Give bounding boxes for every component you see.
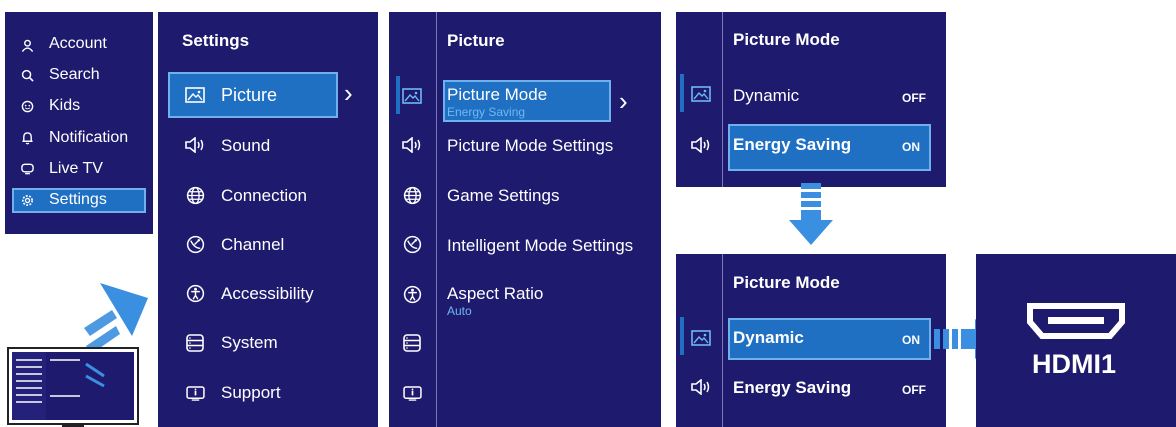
chevron-right-icon[interactable]: ›: [619, 88, 628, 114]
mode-rail-selection: [680, 317, 684, 355]
account-icon: [19, 37, 35, 53]
picture-item-label: Intelligent Mode Settings: [447, 236, 634, 255]
mode-option-label: Dynamic: [733, 86, 800, 105]
picture-icon: [184, 86, 206, 104]
system-icon[interactable]: [399, 334, 425, 352]
picture-icon[interactable]: [399, 88, 425, 104]
speaker-icon[interactable]: [688, 137, 714, 153]
settings-item-label: Support: [221, 383, 281, 402]
settings-item-label: Channel: [221, 235, 285, 254]
satellite-icon: [184, 234, 206, 254]
speaker-icon: [184, 136, 206, 154]
system-icon: [184, 333, 206, 353]
settings-item-label: System: [221, 333, 278, 352]
mode-panel-divider: [722, 12, 723, 187]
accessibility-icon[interactable]: [399, 285, 425, 304]
tv-icon: [19, 161, 35, 177]
hdmi-port-icon: [1026, 302, 1126, 340]
settings-item-label: Accessibility: [221, 284, 314, 303]
main-menu-item-label: Search: [49, 66, 100, 83]
chevron-right-icon[interactable]: ›: [344, 80, 353, 106]
main-menu-item-label: Kids: [49, 97, 81, 114]
main-menu-item-label: Live TV: [49, 160, 103, 177]
picture-item-value: Auto: [447, 304, 472, 318]
picture-item-label: Picture Mode Settings: [447, 136, 614, 155]
mode-option-label: Energy Saving: [733, 378, 852, 397]
status-badge: ON: [902, 140, 920, 154]
globe-icon: [184, 185, 206, 205]
gear-icon: [19, 192, 35, 208]
hdmi-panel: [976, 254, 1176, 427]
mode-option-label: Dynamic: [733, 328, 804, 347]
settings-title: Settings: [182, 31, 250, 50]
status-badge: ON: [902, 333, 920, 347]
hdmi-label: HDMI1: [1032, 349, 1117, 379]
picture-item-label: Picture Mode: [447, 85, 548, 104]
kids-icon: [19, 98, 35, 114]
picture-mode-title: Picture Mode: [733, 30, 840, 49]
globe-icon[interactable]: [399, 186, 425, 205]
settings-item-label: Sound: [221, 136, 271, 155]
mode-option-label: Energy Saving: [733, 135, 852, 154]
bell-icon: [19, 130, 35, 146]
down-arrow: [786, 183, 836, 247]
main-menu-item-label: Notification: [49, 129, 129, 146]
speaker-icon[interactable]: [399, 137, 425, 153]
satellite-icon[interactable]: [399, 235, 425, 254]
picture-item-value: Energy Saving: [447, 105, 526, 119]
mode-panel-divider: [722, 254, 723, 427]
search-icon: [19, 67, 35, 83]
speaker-icon[interactable]: [688, 379, 714, 395]
info-icon: [184, 384, 206, 402]
picture-icon[interactable]: [688, 86, 714, 102]
picture-mode-title: Picture Mode: [733, 273, 840, 292]
picture-panel-divider: [436, 12, 437, 427]
main-menu-item-label: Settings: [49, 191, 107, 208]
picture-panel: [389, 12, 661, 427]
picture-icon[interactable]: [688, 330, 714, 346]
status-badge: OFF: [902, 383, 926, 397]
tv-illustration: [0, 278, 150, 427]
settings-item-label: Picture: [221, 85, 278, 105]
picture-item-label: Aspect Ratio: [447, 284, 544, 303]
status-badge: OFF: [902, 91, 926, 105]
picture-item-label: Game Settings: [447, 186, 560, 205]
main-menu-item-label: Account: [49, 35, 107, 52]
picture-title: Picture: [447, 31, 505, 50]
info-icon[interactable]: [399, 385, 425, 401]
settings-item-label: Connection: [221, 186, 308, 205]
mode-rail-selection: [680, 74, 684, 112]
accessibility-icon: [184, 283, 206, 303]
